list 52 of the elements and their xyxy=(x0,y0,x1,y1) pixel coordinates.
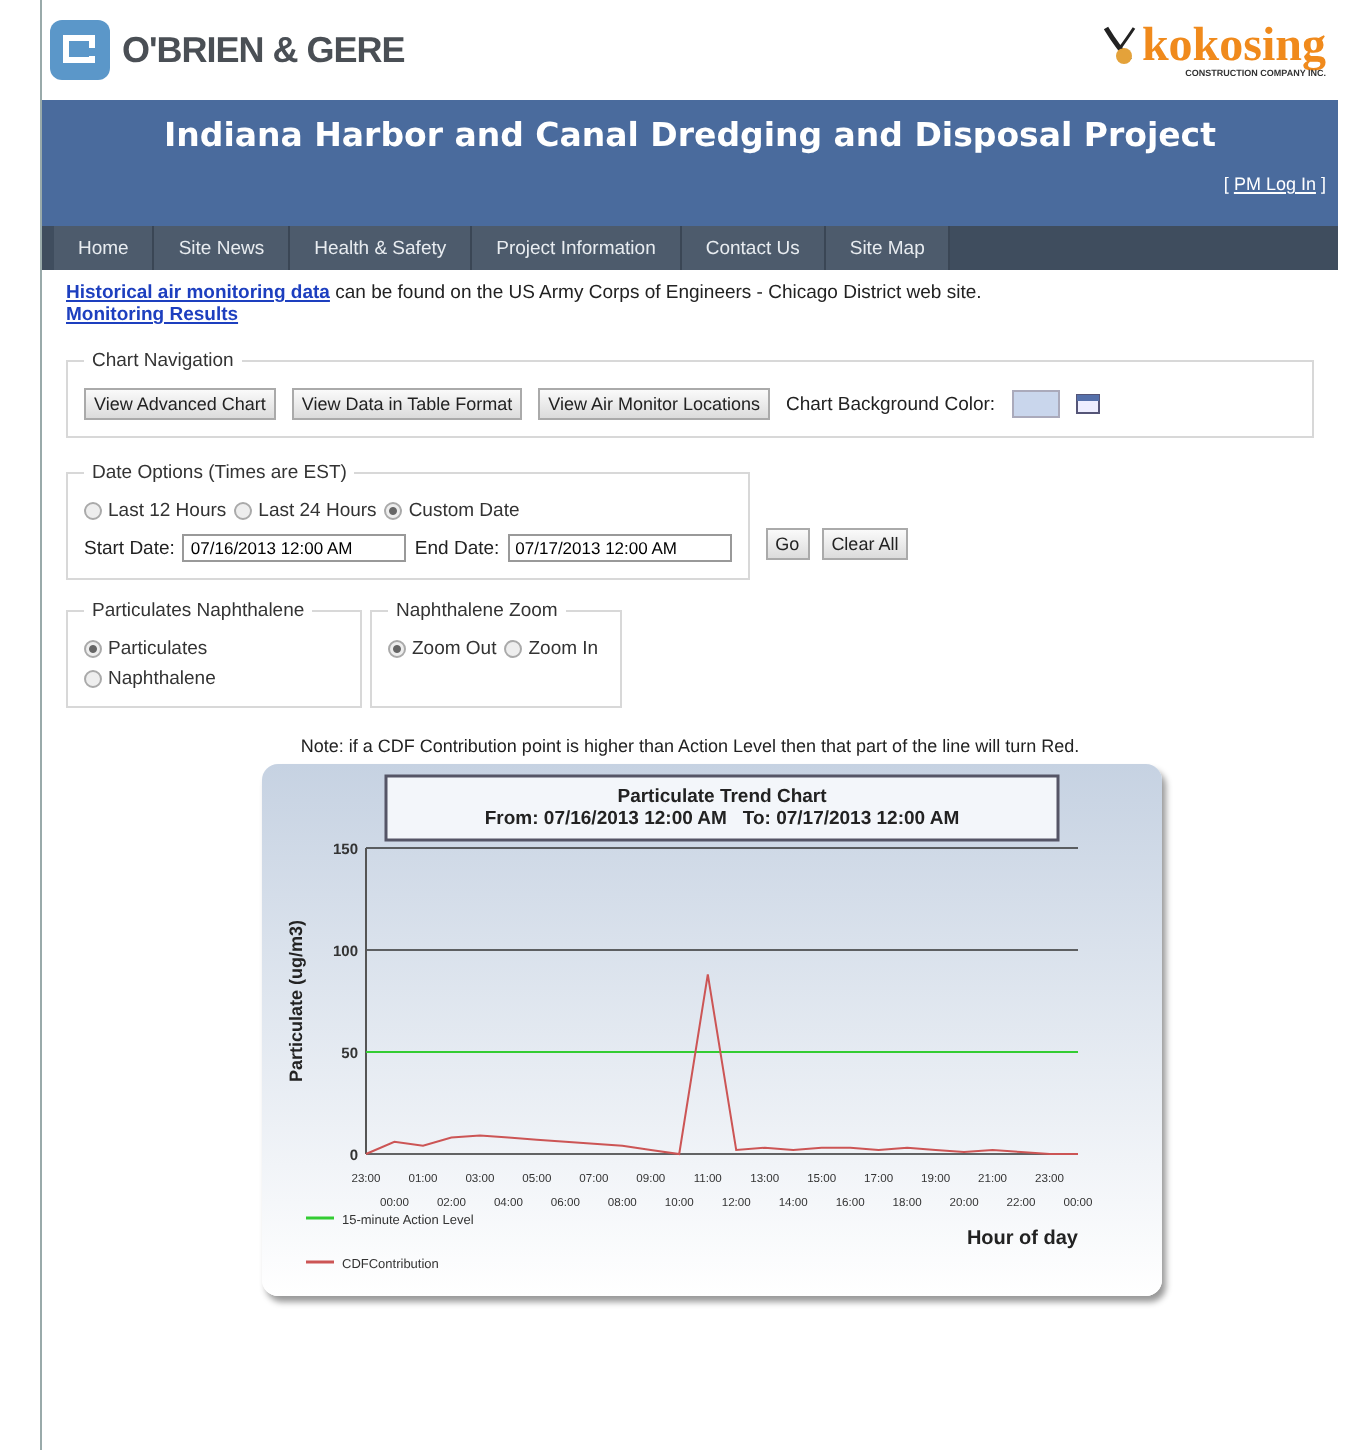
radio-label: Last 24 Hours xyxy=(258,500,377,522)
date-button[interactable]: Clear All xyxy=(821,527,909,559)
radio-button[interactable] xyxy=(388,640,406,658)
chart-title: Particulate Trend Chart xyxy=(617,786,827,808)
site-title: Indiana Harbor and Canal Dredging and Disposal Project xyxy=(164,116,1216,154)
radio-button[interactable] xyxy=(84,640,102,658)
logo-icon xyxy=(50,20,110,80)
palette-icon xyxy=(1075,394,1100,414)
radio-button[interactable] xyxy=(84,502,102,520)
group-legend: Particulates Naphthalene xyxy=(84,600,313,622)
start-date-label: Start Date: xyxy=(84,537,175,559)
intro-text: Historical air monitoring data can be found on the US Army Corps of Engineers - Chicago District web site. xyxy=(66,282,984,304)
radio-label: Last 12 Hours xyxy=(108,500,227,522)
end-date-label: End Date: xyxy=(414,537,500,559)
start-date-field[interactable]: 07/16/2013 12:00 AM xyxy=(182,534,407,562)
color-label: Chart Background Color: xyxy=(786,393,996,415)
logo-text: kokosing xyxy=(1141,23,1326,67)
radio-label: Custom Date xyxy=(408,500,520,522)
radio-label: Naphthalene xyxy=(108,668,216,690)
radio-label: Particulates xyxy=(108,638,208,660)
chart-button[interactable]: View Data in Table Format xyxy=(291,388,523,420)
radio-button[interactable] xyxy=(504,640,523,658)
group-legend: Naphthalene Zoom xyxy=(388,600,566,622)
nav-tab[interactable]: Site Map xyxy=(825,226,951,270)
chart-button[interactable]: View Air Monitor Locations xyxy=(538,388,770,420)
chart-note: Note: if a CDF Contribution point is higher than Action Level then that part of the line will turn Red. xyxy=(298,736,1082,756)
end-date-field[interactable]: 07/17/2013 12:00 AM xyxy=(507,534,732,562)
radio-label: Zoom In xyxy=(528,638,599,660)
login-link[interactable]: PM Log In xyxy=(1233,174,1316,194)
bracket: ] xyxy=(1320,174,1326,194)
chart-button[interactable]: View Advanced Chart xyxy=(84,388,276,420)
nav-tab[interactable]: Home xyxy=(54,226,155,270)
x-axis-title: Hour of day xyxy=(966,1228,1078,1250)
group-legend: Date Options (Times are EST) xyxy=(84,462,355,484)
nav-tab[interactable]: Contact Us xyxy=(681,226,826,270)
group-legend: Chart Navigation xyxy=(84,350,242,372)
history-link[interactable]: Historical air monitoring data xyxy=(66,282,330,304)
y-axis-title: Particulate (ug/m3) xyxy=(286,919,306,1083)
nav-tab[interactable]: Project Information xyxy=(472,226,682,270)
date-button[interactable]: Go xyxy=(765,527,810,559)
bracket: [ xyxy=(1223,174,1229,194)
swoosh-icon xyxy=(1101,23,1138,67)
nav-tab[interactable]: Health & Safety xyxy=(290,226,473,270)
color-field[interactable] xyxy=(1011,390,1060,418)
chart-title: From: 07/16/2013 12:00 AM To: 07/17/2013 12:00 AM xyxy=(484,808,960,830)
radio-button[interactable] xyxy=(234,502,253,520)
radio-button[interactable] xyxy=(84,670,102,688)
results-link[interactable]: Monitoring Results xyxy=(66,304,239,326)
radio-button[interactable] xyxy=(384,502,403,520)
radio-label: Zoom Out xyxy=(412,638,497,660)
nav-tab[interactable]: Site News xyxy=(154,226,291,270)
logo-text: O'BRIEN & GERE xyxy=(122,29,405,71)
